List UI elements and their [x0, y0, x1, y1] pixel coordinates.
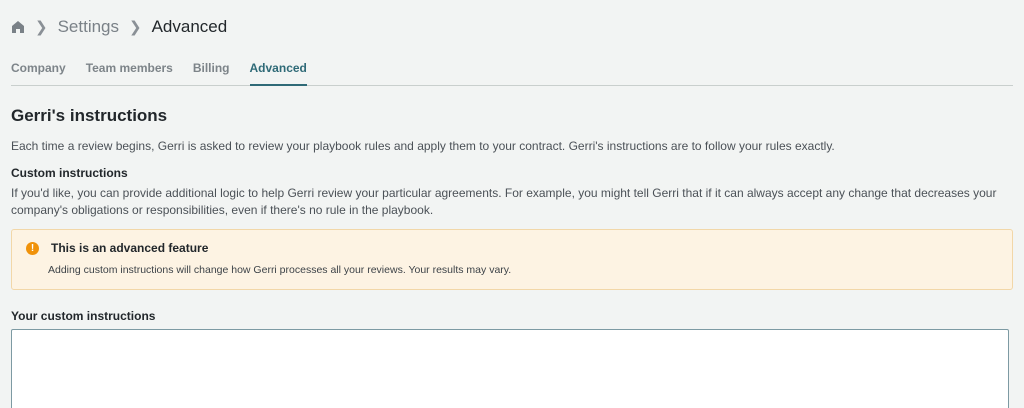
tab-company[interactable]: Company	[11, 54, 66, 86]
advanced-settings-content: Gerri's instructions Each time a review …	[11, 86, 1013, 408]
chevron-right-icon: ❯	[129, 19, 142, 36]
tab-billing[interactable]: Billing	[193, 54, 230, 86]
custom-instructions-description: If you'd like, you can provide additiona…	[11, 186, 997, 217]
settings-tabs: Company Team members Billing Advanced	[11, 54, 1013, 86]
advanced-feature-alert: ! This is an advanced feature Adding cus…	[11, 229, 1013, 290]
breadcrumb-advanced: Advanced	[151, 17, 228, 36]
settings-page: ❯ Settings ❯ Advanced Company Team membe…	[0, 0, 1024, 408]
breadcrumb-settings[interactable]: Settings	[58, 17, 119, 37]
custom-instructions-label: Your custom instructions	[11, 309, 156, 323]
tab-advanced[interactable]: Advanced	[249, 54, 307, 86]
custom-instructions-heading: Custom instructions	[11, 166, 128, 180]
custom-instructions-input[interactable]	[11, 329, 1009, 408]
alert-title: This is an advanced feature	[51, 241, 209, 255]
section-title: Gerri's instructions	[11, 106, 168, 125]
breadcrumb: ❯ Settings ❯ Advanced	[11, 0, 1013, 54]
home-icon[interactable]	[11, 20, 25, 34]
alert-body: Adding custom instructions will change h…	[48, 264, 512, 276]
section-description: Each time a review begins, Gerri is aske…	[11, 139, 835, 153]
tab-team-members[interactable]: Team members	[86, 54, 173, 86]
warning-icon: !	[26, 241, 39, 255]
chevron-right-icon: ❯	[35, 19, 48, 36]
